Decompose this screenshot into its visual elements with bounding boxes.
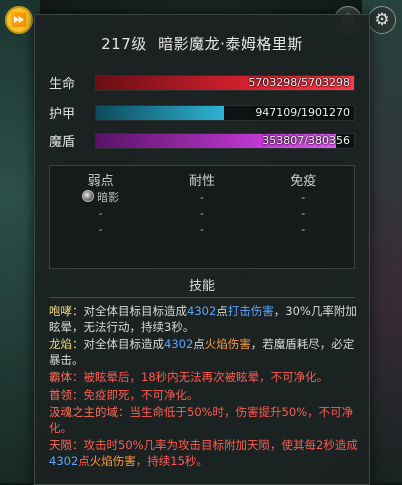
- armor-bar: 947109/1901270: [95, 105, 355, 121]
- skills-title: 技能: [188, 279, 215, 294]
- weakness-header: 弱点: [87, 174, 114, 189]
- hp-row: 生命 5703298/5703298: [49, 75, 355, 92]
- shield-row: 魔盾 353807/380356: [49, 133, 355, 150]
- boss-level: 217级: [101, 35, 147, 53]
- skill-soul-domain: 汲魂之主的域：当生命低于50%时，伤害提升50%，不可净化。: [49, 405, 361, 436]
- weakness-item: 暗影: [50, 190, 151, 206]
- skill-text: 点: [216, 304, 228, 318]
- skill-boss: 首领：免疫即死，不可净化。: [49, 388, 361, 404]
- skill-text: 点: [78, 453, 90, 468]
- settings-button[interactable]: ⚙: [368, 6, 396, 34]
- hp-value: 5703298/5703298: [248, 76, 350, 89]
- skill-super-armor: 霸体：被眩晕后，18秒内无法再次被眩晕，不可净化。: [49, 370, 361, 386]
- boss-info-panel: 217级 暗影魔龙·泰姆格里斯 生命 5703298/5703298 护甲 94…: [34, 14, 370, 485]
- skill-text: 攻击时50%几率为攻击目标附加天陨，使其每2秒造成: [83, 438, 358, 452]
- skill-name: 汲魂之主的域：: [49, 405, 130, 419]
- armor-bar-fill: [96, 106, 225, 120]
- shadow-element-icon: [82, 190, 95, 202]
- skill-text: 免疫即死，不可净化。: [83, 387, 199, 402]
- resistance-item: -: [199, 191, 204, 204]
- weakness-item: -: [98, 207, 103, 220]
- hp-label: 生命: [49, 77, 76, 92]
- armor-value: 947109/1901270: [255, 106, 350, 119]
- skill-damage-type: 打击伤害: [227, 304, 274, 318]
- skill-damage-value: 4302: [49, 453, 79, 468]
- boss-title: 217级 暗影魔龙·泰姆格里斯: [35, 33, 369, 54]
- skills-divider: [49, 297, 355, 298]
- skill-text: 点: [193, 337, 205, 351]
- immunity-item: -: [301, 191, 306, 204]
- shield-value: 353807/380356: [262, 134, 350, 147]
- shield-label: 魔盾: [49, 135, 76, 150]
- resistance-item: -: [199, 207, 204, 220]
- skill-meteor: 天陨：攻击时50%几率为攻击目标附加天陨，使其每2秒造成 4302点火焰伤害，持续…: [49, 438, 361, 469]
- shield-bar: 353807/380356: [95, 133, 355, 149]
- armor-label: 护甲: [49, 107, 76, 122]
- skill-damage-value: 4302: [164, 337, 194, 351]
- skill-damage-type: 火焰伤害: [204, 337, 251, 351]
- skill-text: 对全体目标造成: [83, 337, 165, 351]
- skill-name: 咆哮：: [49, 304, 84, 318]
- weakness-item: -: [98, 223, 103, 236]
- weakness-column: 弱点 暗影 - -: [50, 166, 151, 268]
- skill-list: 咆哮：对全体目标目标造成4302点打击伤害，30%几率附加眩晕，无法行动，持续3…: [49, 304, 361, 471]
- skill-text: 被眩晕后，18秒内无法再次被眩晕，不可净化。: [83, 370, 329, 384]
- skill-text: ，持续15秒。: [135, 453, 208, 468]
- resistance-table: 弱点 暗影 - - 耐性 - - - 免疫 - - -: [49, 165, 355, 269]
- gear-icon: ⚙: [374, 10, 390, 30]
- skill-damage-value: 4302: [187, 304, 217, 318]
- skill-name: 首领：: [49, 387, 84, 402]
- skill-damage-type: 火焰伤害: [89, 453, 136, 468]
- immunity-header: 免疫: [290, 174, 317, 189]
- resistance-header: 耐性: [188, 174, 215, 189]
- immunity-item: -: [301, 207, 306, 220]
- skill-text: 对全体目标目标造成: [83, 304, 188, 318]
- hp-bar: 5703298/5703298: [95, 75, 355, 91]
- resistance-column: 耐性 - - -: [151, 166, 252, 268]
- armor-row: 护甲 947109/1901270: [49, 105, 355, 122]
- skill-roar: 咆哮：对全体目标目标造成4302点打击伤害，30%几率附加眩晕，无法行动，持续3…: [49, 304, 361, 335]
- immunity-column: 免疫 - - -: [253, 166, 354, 268]
- boss-name: 暗影魔龙·泰姆格里斯: [158, 35, 303, 53]
- fast-forward-icon: ⏩: [10, 12, 28, 28]
- fast-forward-button[interactable]: ⏩: [5, 6, 33, 34]
- resistance-item: -: [199, 223, 204, 236]
- immunity-item: -: [301, 223, 306, 236]
- skill-name: 龙焰：: [49, 337, 84, 351]
- skill-name: 霸体：: [49, 370, 84, 384]
- skill-dragon-flame: 龙焰：对全体目标造成4302点火焰伤害，若魔盾耗尽，必定暴击。: [49, 337, 361, 368]
- weakness-item-label: 暗影: [97, 191, 120, 204]
- skill-name: 天陨：: [49, 438, 84, 452]
